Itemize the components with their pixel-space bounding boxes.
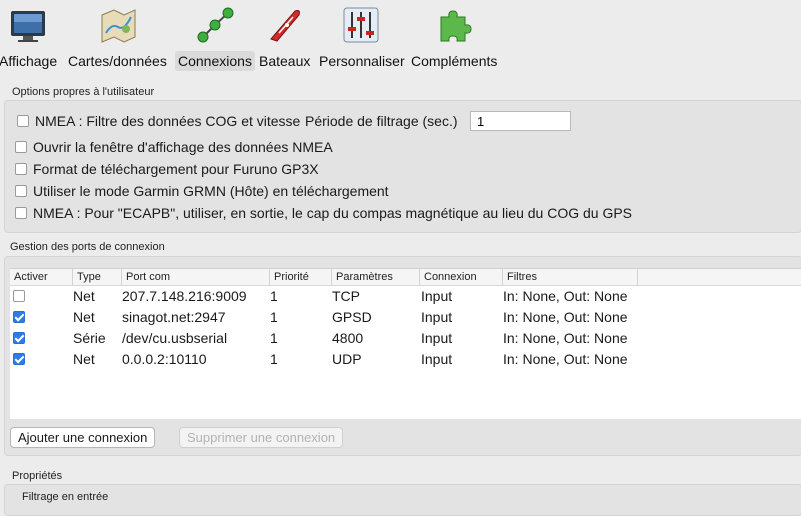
ecapb-label: NMEA : Pour "ECAPB", utiliser, en sortie… bbox=[33, 205, 633, 221]
open-nmea-window-option[interactable]: Ouvrir la fenêtre d'affichage des donnée… bbox=[15, 138, 333, 156]
row-filters: In: None, Out: None bbox=[503, 330, 628, 346]
tab-complements-label: Compléments bbox=[411, 53, 498, 69]
add-connection-button[interactable]: Ajouter une connexion bbox=[10, 427, 156, 448]
garmin-option[interactable]: Utiliser le mode Garmin GRMN (Hôte) en t… bbox=[15, 182, 389, 200]
row-enable-checkbox[interactable] bbox=[13, 332, 25, 344]
garmin-checkbox[interactable] bbox=[15, 185, 27, 197]
garmin-label: Utiliser le mode Garmin GRMN (Hôte) en t… bbox=[33, 183, 389, 199]
row-connection: Input bbox=[421, 309, 453, 325]
table-row[interactable]: Net 207.7.148.216:9009 1 TCP Input In: N… bbox=[10, 286, 801, 307]
connections-icon bbox=[195, 5, 235, 45]
filter-period-label: Période de filtrage (sec.) bbox=[305, 113, 458, 129]
tab-personnaliser-label: Personnaliser bbox=[319, 53, 405, 69]
row-port: sinagot.net:2947 bbox=[122, 309, 226, 325]
col-priorite[interactable]: Priorité bbox=[270, 269, 332, 285]
ports-table-header: Activer Type Port com Priorité Paramètre… bbox=[10, 269, 801, 286]
col-type[interactable]: Type bbox=[73, 269, 122, 285]
sliders-icon bbox=[341, 5, 381, 45]
tab-cartes-donnees[interactable]: Cartes/données bbox=[64, 0, 174, 76]
properties-title: Propriétés bbox=[12, 470, 63, 482]
furuno-option[interactable]: Format de téléchargement pour Furuno GP3… bbox=[15, 160, 319, 178]
monitor-icon bbox=[8, 5, 48, 45]
ports-title: Gestion des ports de connexion bbox=[10, 241, 165, 253]
col-connexion[interactable]: Connexion bbox=[420, 269, 503, 285]
boat-icon bbox=[265, 5, 305, 45]
charts-icon bbox=[98, 5, 138, 45]
input-filter-label: Filtrage en entrée bbox=[22, 491, 109, 503]
puzzle-icon bbox=[435, 5, 475, 45]
tab-affichage-label: Affichage bbox=[0, 53, 58, 69]
filter-period-input[interactable] bbox=[470, 111, 571, 131]
nmea-filter-option[interactable]: NMEA : Filtre des données COG et vitesse bbox=[17, 112, 300, 130]
col-filtres[interactable]: Filtres bbox=[503, 269, 638, 285]
tab-complements[interactable]: Compléments bbox=[408, 0, 500, 76]
furuno-checkbox[interactable] bbox=[15, 163, 27, 175]
row-port: /dev/cu.usbserial bbox=[122, 330, 228, 346]
nmea-filter-label: NMEA : Filtre des données COG et vitesse bbox=[35, 113, 301, 129]
row-params: 4800 bbox=[332, 330, 364, 346]
row-enable-checkbox[interactable] bbox=[13, 290, 25, 302]
ecapb-option[interactable]: NMEA : Pour "ECAPB", utiliser, en sortie… bbox=[15, 204, 632, 222]
tab-bateaux[interactable]: Bateaux bbox=[256, 0, 314, 76]
preferences-toolbar: Affichage Cartes/données Connexions Bate… bbox=[0, 0, 801, 76]
row-enable-checkbox[interactable] bbox=[13, 311, 25, 323]
row-priority: 1 bbox=[270, 288, 278, 304]
row-params: GPSD bbox=[332, 309, 372, 325]
row-connection: Input bbox=[421, 351, 453, 367]
table-row[interactable]: Net 0.0.0.2:10110 1 UDP Input In: None, … bbox=[10, 349, 801, 370]
row-params: TCP bbox=[332, 288, 360, 304]
open-nmea-window-checkbox[interactable] bbox=[15, 141, 27, 153]
tab-connexions-label: Connexions bbox=[175, 51, 255, 71]
row-filters: In: None, Out: None bbox=[503, 309, 628, 325]
row-params: UDP bbox=[332, 351, 362, 367]
nmea-filter-checkbox[interactable] bbox=[17, 115, 29, 127]
row-type: Série bbox=[73, 330, 106, 346]
open-nmea-window-label: Ouvrir la fenêtre d'affichage des donnée… bbox=[33, 139, 333, 155]
row-enable-checkbox[interactable] bbox=[13, 353, 25, 365]
col-parametres[interactable]: Paramètres bbox=[332, 269, 420, 285]
tab-personnaliser[interactable]: Personnaliser bbox=[316, 0, 406, 76]
row-type: Net bbox=[73, 288, 95, 304]
row-type: Net bbox=[73, 351, 95, 367]
col-port-com[interactable]: Port com bbox=[122, 269, 270, 285]
tab-bateaux-label: Bateaux bbox=[259, 53, 311, 69]
tab-affichage[interactable]: Affichage bbox=[0, 0, 62, 76]
row-priority: 1 bbox=[270, 351, 278, 367]
row-port: 207.7.148.216:9009 bbox=[122, 288, 247, 304]
tab-connexions[interactable]: Connexions bbox=[175, 0, 255, 76]
ports-table: Activer Type Port com Priorité Paramètre… bbox=[10, 268, 801, 419]
row-priority: 1 bbox=[270, 309, 278, 325]
row-connection: Input bbox=[421, 288, 453, 304]
table-row[interactable]: Net sinagot.net:2947 1 GPSD Input In: No… bbox=[10, 307, 801, 328]
tab-cartes-donnees-label: Cartes/données bbox=[68, 53, 167, 69]
ecapb-checkbox[interactable] bbox=[15, 207, 27, 219]
row-priority: 1 bbox=[270, 330, 278, 346]
col-activer[interactable]: Activer bbox=[10, 269, 73, 285]
user-options-title: Options propres à l'utilisateur bbox=[12, 86, 155, 98]
table-row[interactable]: Série /dev/cu.usbserial 1 4800 Input In:… bbox=[10, 328, 801, 349]
properties-box bbox=[4, 484, 801, 516]
row-type: Net bbox=[73, 309, 95, 325]
row-port: 0.0.0.2:10110 bbox=[122, 351, 207, 367]
furuno-label: Format de téléchargement pour Furuno GP3… bbox=[33, 161, 319, 177]
remove-connection-button[interactable]: Supprimer une connexion bbox=[179, 427, 344, 448]
row-connection: Input bbox=[421, 330, 453, 346]
row-filters: In: None, Out: None bbox=[503, 351, 628, 367]
row-filters: In: None, Out: None bbox=[503, 288, 628, 304]
